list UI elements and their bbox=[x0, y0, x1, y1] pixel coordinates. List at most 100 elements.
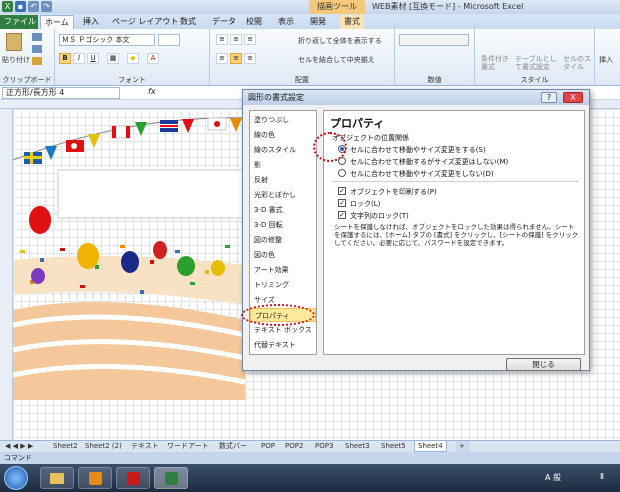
fill-color-icon[interactable]: ◆ bbox=[127, 53, 139, 64]
explorer-icon[interactable] bbox=[40, 467, 74, 489]
tab-page-layout[interactable]: ページ レイアウト bbox=[108, 15, 182, 29]
nav-glow-soft-edges[interactable]: 光彩とぼかし bbox=[250, 188, 316, 202]
align-right-icon[interactable]: ≡ bbox=[244, 53, 256, 64]
nav-3d-rotation[interactable]: 3-D 回転 bbox=[250, 218, 316, 232]
conditional-formatting-button[interactable]: 条件付き書式 bbox=[481, 55, 509, 71]
merge-center-button[interactable]: セルを結合して中央揃え bbox=[298, 55, 375, 65]
align-left-icon[interactable]: ≡ bbox=[216, 53, 228, 64]
sheet-tab[interactable]: Sheet2 bbox=[50, 441, 81, 452]
close-icon[interactable]: X bbox=[563, 92, 583, 103]
ribbon-tabs: ファイル ホーム 挿入 ページ レイアウト 数式 データ 校閲 表示 開発 書式 bbox=[0, 14, 620, 29]
underline-button[interactable]: U bbox=[87, 53, 99, 64]
font-size-select[interactable] bbox=[158, 34, 180, 46]
tab-review[interactable]: 校閲 bbox=[242, 15, 266, 29]
font-name-select[interactable]: ＭＳ Ｐゴシック 本文 bbox=[59, 34, 155, 46]
nav-picture-corrections[interactable]: 図の修整 bbox=[250, 233, 316, 247]
clipboard-group: 貼り付け クリップボード bbox=[0, 29, 55, 86]
nav-picture-color[interactable]: 図の色 bbox=[250, 248, 316, 262]
nav-fill[interactable]: 塗りつぶし bbox=[250, 113, 316, 127]
nav-3d-format[interactable]: 3-D 書式 bbox=[250, 203, 316, 217]
format-painter-icon[interactable] bbox=[32, 57, 42, 65]
wrap-text-button[interactable]: 折り返して全体を表示する bbox=[298, 36, 382, 46]
align-middle-icon[interactable]: ≡ bbox=[230, 34, 242, 45]
tab-insert[interactable]: 挿入 bbox=[79, 15, 103, 29]
close-button[interactable]: 閉じる bbox=[506, 358, 581, 371]
start-button[interactable] bbox=[4, 466, 28, 490]
app-red-icon[interactable] bbox=[116, 467, 150, 489]
number-group: 数値 bbox=[395, 29, 475, 86]
alignment-group: ≡ ≡ ≡ ≡ ≡ ≡ 折り返して全体を表示する セルを結合して中央揃え 配置 bbox=[210, 29, 395, 86]
paste-button[interactable]: 貼り付け bbox=[2, 55, 30, 65]
radio-move-and-size-label[interactable]: セルに合わせて移動やサイズ変更をする(S) bbox=[350, 145, 486, 155]
sheet-nav-arrows[interactable]: ◀ ◀ ▶ ▶ bbox=[2, 441, 50, 452]
redo-icon[interactable]: ↷ bbox=[41, 1, 52, 12]
ime-indicator[interactable]: A 般 bbox=[545, 472, 561, 483]
help-button[interactable]: ? bbox=[541, 92, 557, 103]
sheet-tab[interactable]: POP2 bbox=[282, 441, 306, 452]
radio-no-move-no-size-label[interactable]: セルに合わせて移動やサイズ変更をしない(D) bbox=[350, 169, 494, 179]
tab-view[interactable]: 表示 bbox=[274, 15, 298, 29]
radio-move-no-size-label[interactable]: セルに合わせて移動するがサイズ変更はしない(M) bbox=[350, 157, 508, 167]
nav-line-style[interactable]: 線のスタイル bbox=[250, 143, 316, 157]
outlook-icon[interactable] bbox=[78, 467, 112, 489]
align-bottom-icon[interactable]: ≡ bbox=[244, 34, 256, 45]
checkbox-locked[interactable]: ✓ bbox=[338, 199, 346, 207]
panel-title: プロパティ bbox=[330, 117, 385, 130]
radio-no-move-no-size[interactable] bbox=[338, 169, 346, 177]
text-frame-box[interactable] bbox=[57, 169, 246, 219]
font-color-icon[interactable]: A bbox=[147, 53, 159, 64]
font-group: ＭＳ Ｐゴシック 本文 B I U ▦ ◆ A フォント bbox=[55, 29, 210, 86]
nav-shadow[interactable]: 影 bbox=[250, 158, 316, 172]
sheet-tab[interactable]: POP bbox=[258, 441, 278, 452]
format-as-table-button[interactable]: テーブルとして書式設定 bbox=[515, 55, 557, 71]
checkbox-lock-text[interactable]: ✓ bbox=[338, 211, 346, 219]
checkbox-lock-text-label[interactable]: 文字列のロック(T) bbox=[350, 211, 409, 221]
sheet-tab[interactable]: 数式バー bbox=[216, 441, 250, 452]
checkbox-locked-label[interactable]: ロック(L) bbox=[350, 199, 380, 209]
cell-styles-button[interactable]: セルのスタイル bbox=[563, 55, 591, 71]
bold-button[interactable]: B bbox=[59, 53, 71, 64]
checkbox-print-object-label[interactable]: オブジェクトを印刷する(P) bbox=[350, 187, 437, 197]
tray-icon[interactable]: Ⅱ bbox=[600, 472, 604, 481]
number-format-select[interactable] bbox=[399, 34, 469, 46]
nav-alt-text[interactable]: 代替テキスト bbox=[250, 338, 316, 352]
contextual-tab-drawing-tools: 描画ツール bbox=[309, 0, 365, 14]
new-sheet-icon[interactable]: + bbox=[456, 441, 470, 452]
excel-app-icon[interactable]: X bbox=[2, 1, 13, 12]
save-icon[interactable]: ▪ bbox=[15, 1, 26, 12]
sheet-tab[interactable]: テキスト bbox=[128, 441, 162, 452]
italic-button[interactable]: I bbox=[73, 53, 85, 64]
tab-formulas[interactable]: 数式 bbox=[176, 15, 200, 29]
tab-developer[interactable]: 開発 bbox=[306, 15, 330, 29]
tab-file[interactable]: ファイル bbox=[0, 15, 38, 29]
nav-reflection[interactable]: 反射 bbox=[250, 173, 316, 187]
sheet-tab[interactable]: ワードアート bbox=[164, 441, 212, 452]
align-center-icon[interactable]: ≡ bbox=[230, 53, 242, 64]
nav-line-color[interactable]: 線の色 bbox=[250, 128, 316, 142]
tab-format[interactable]: 書式 bbox=[340, 15, 364, 29]
window-title: WEB素材 [互換モード] - Microsoft Excel bbox=[372, 2, 524, 11]
undo-icon[interactable]: ↶ bbox=[28, 1, 39, 12]
name-box[interactable]: 正方形/長方形 4 bbox=[2, 87, 120, 99]
align-top-icon[interactable]: ≡ bbox=[216, 34, 228, 45]
cut-icon[interactable] bbox=[32, 33, 42, 41]
sheet-tab[interactable]: Sheet5 bbox=[378, 441, 409, 452]
sheet-tab[interactable]: Sheet3 bbox=[342, 441, 373, 452]
clipboard-group-label: クリップボード bbox=[2, 76, 52, 84]
nav-crop[interactable]: トリミング bbox=[250, 278, 316, 292]
sheet-tab-active[interactable]: Sheet4 bbox=[414, 441, 447, 452]
checkbox-print-object[interactable]: ✓ bbox=[338, 187, 346, 195]
tab-data[interactable]: データ bbox=[208, 15, 240, 29]
paste-icon[interactable] bbox=[6, 33, 22, 51]
sheet-tab[interactable]: POP3 bbox=[312, 441, 336, 452]
sheet-tab[interactable]: Sheet2 (2) bbox=[82, 441, 125, 452]
copy-icon[interactable] bbox=[32, 45, 42, 53]
tab-home[interactable]: ホーム bbox=[40, 15, 74, 29]
properties-panel: プロパティ オブジェクトの位置関係 セルに合わせて移動やサイズ変更をする(S) … bbox=[323, 110, 585, 355]
insert-cells-button[interactable]: 挿入 bbox=[599, 55, 613, 65]
insert-group: 挿入 bbox=[595, 29, 620, 86]
excel-taskbar-icon[interactable] bbox=[154, 467, 188, 489]
nav-artistic-effects[interactable]: アート効果 bbox=[250, 263, 316, 277]
insert-function-button[interactable]: fx bbox=[148, 87, 156, 96]
borders-icon[interactable]: ▦ bbox=[107, 53, 119, 64]
